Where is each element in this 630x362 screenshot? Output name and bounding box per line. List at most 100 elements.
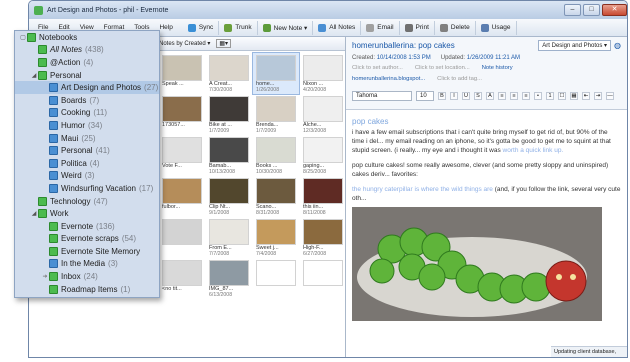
- italic-button[interactable]: I: [450, 92, 458, 100]
- thumbnail-image: [162, 260, 202, 286]
- expand-toggle-icon[interactable]: ◢: [30, 72, 38, 79]
- underline-button[interactable]: U: [462, 92, 470, 100]
- delete-button[interactable]: Delete: [435, 20, 476, 35]
- bullet-list-button[interactable]: •: [534, 92, 542, 100]
- note-body[interactable]: pop cakes i have a few email subscriptio…: [346, 110, 627, 325]
- globe-icon[interactable]: ◍: [614, 41, 621, 50]
- note-thumbnail[interactable]: this iin... 8/11/2008: [300, 176, 346, 217]
- thumbnail-caption: Speak ...: [162, 81, 184, 87]
- note-title[interactable]: homerunballerina: pop cakes: [352, 41, 455, 50]
- bold-button[interactable]: B: [438, 92, 446, 100]
- outdent-button[interactable]: ⇤: [582, 92, 590, 100]
- note-thumbnail[interactable]: [300, 258, 346, 299]
- note-thumbnail[interactable]: A Creat... 7/30/2008: [206, 53, 252, 94]
- note-history-link[interactable]: Note history: [482, 65, 513, 71]
- note-thumbnail[interactable]: gaping... 8/25/2008: [300, 135, 346, 176]
- sidebar-item-label: Weird: [61, 171, 82, 181]
- note-thumbnail[interactable]: Nixon ... 4/20/2008: [300, 53, 346, 94]
- note-thumbnail[interactable]: Scano... 8/31/2008: [253, 176, 299, 217]
- note-thumbnail[interactable]: home... 1/26/2008: [252, 52, 300, 95]
- table-button[interactable]: ▦: [570, 92, 578, 100]
- note-thumbnail[interactable]: fulbor...: [159, 176, 205, 217]
- rule-button[interactable]: ―: [606, 92, 614, 100]
- font-size-select[interactable]: 10: [416, 91, 434, 101]
- expand-toggle-icon[interactable]: ▢: [19, 34, 27, 41]
- minimize-button[interactable]: –: [564, 4, 581, 16]
- sidebar-item-all-notes[interactable]: All Notes (438): [15, 44, 159, 57]
- sort-dropdown[interactable]: Notes by Created ▾: [159, 40, 210, 47]
- sidebar-item-action[interactable]: @Action (4): [15, 56, 159, 69]
- sidebar-item-evernote-site-memory[interactable]: Evernote Site Memory: [15, 245, 159, 258]
- note-thumbnail[interactable]: <no tit...: [159, 258, 205, 299]
- notebook-select[interactable]: Art Design and Photos ▾: [538, 40, 612, 51]
- author-field[interactable]: Click to set author...: [352, 65, 403, 71]
- thumbnail-image: [162, 96, 202, 122]
- email-button[interactable]: Email: [361, 20, 400, 35]
- caterpillar-link[interactable]: the hungry caterpillar is where the wild…: [352, 186, 493, 193]
- sidebar-item-roadmap-items[interactable]: Roadmap Items (1): [15, 283, 159, 296]
- note-thumbnail[interactable]: High-F... 6/27/2008: [300, 217, 346, 258]
- thumbnail-date: 10/30/2008: [256, 169, 282, 175]
- sidebar-item-notebooks[interactable]: ▢ Notebooks: [15, 31, 159, 44]
- new-note-button[interactable]: New Note ▾: [258, 20, 314, 35]
- sidebar-item-work[interactable]: ◢ Work: [15, 207, 159, 220]
- sidebar-item-personal[interactable]: Personal (41): [15, 144, 159, 157]
- new-note-icon: [262, 23, 271, 32]
- source-url-link[interactable]: homerunballerina.blogspot...: [352, 76, 425, 82]
- expand-toggle-icon[interactable]: ◢: [30, 210, 38, 217]
- sidebar-item-evernote[interactable]: Evernote (136): [15, 220, 159, 233]
- sidebar-item-maui[interactable]: Maui (25): [15, 132, 159, 145]
- note-thumbnail[interactable]: Speak ...: [159, 53, 205, 94]
- sidebar-item-weird[interactable]: Weird (3): [15, 170, 159, 183]
- note-thumbnail[interactable]: Sweet j... 7/4/2008: [253, 217, 299, 258]
- sidebar-item-cooking[interactable]: Cooking (11): [15, 107, 159, 120]
- sidebar-item-technology[interactable]: Technology (47): [15, 195, 159, 208]
- note-thumbnail[interactable]: Clip Nt... 9/1/2008: [206, 176, 252, 217]
- thumbnail-caption: <no tit...: [162, 286, 182, 292]
- usage-button[interactable]: Usage: [476, 20, 517, 35]
- location-field[interactable]: Click to set location...: [415, 65, 470, 71]
- tags-field[interactable]: Click to add tag...: [437, 76, 482, 82]
- maximize-button[interactable]: □: [583, 4, 600, 16]
- menu-help[interactable]: Help: [159, 24, 172, 31]
- sidebar-item-evernote-scraps[interactable]: Evernote scraps (54): [15, 233, 159, 246]
- note-thumbnail[interactable]: Bike at ... 1/7/2009: [206, 94, 252, 135]
- all-notes-button[interactable]: All Notes: [313, 20, 362, 35]
- usage-icon: [480, 23, 489, 32]
- note-thumbnail[interactable]: [159, 217, 205, 258]
- worth-link[interactable]: worth a quick link up.: [503, 147, 564, 154]
- note-thumbnail[interactable]: Bamab... 10/13/2008: [206, 135, 252, 176]
- print-button[interactable]: Print: [400, 20, 435, 35]
- sidebar-item-politica[interactable]: Politica (4): [15, 157, 159, 170]
- note-thumbnail[interactable]: Brenda... 1/7/2009: [253, 94, 299, 135]
- note-thumbnail[interactable]: Alche... 12/3/2008: [300, 94, 346, 135]
- trunk-button[interactable]: Trunk: [219, 20, 258, 35]
- sync-button[interactable]: Sync: [183, 20, 220, 35]
- close-button[interactable]: ✕: [602, 4, 627, 16]
- highlight-button[interactable]: A: [486, 92, 494, 100]
- note-thumbnail[interactable]: [253, 258, 299, 299]
- sidebar-item-boards[interactable]: Boards (7): [15, 94, 159, 107]
- sidebar-item-windsurfing-vacation[interactable]: Windsurfing Vacation (17): [15, 182, 159, 195]
- numbered-list-button[interactable]: 1: [546, 92, 554, 100]
- note-thumbnail[interactable]: Vote F...: [159, 135, 205, 176]
- note-count: (27): [144, 83, 159, 93]
- sidebar-item-personal[interactable]: ◢ Personal: [15, 69, 159, 82]
- view-mode-button[interactable]: ▦▾: [216, 39, 232, 48]
- sidebar-item-in-the-media[interactable]: In the Media (3): [15, 258, 159, 271]
- note-thumbnail[interactable]: Books ... 10/30/2008: [253, 135, 299, 176]
- note-thumbnail[interactable]: IMG_87... 6/13/2008: [206, 258, 252, 299]
- note-thumbnail[interactable]: 173057...: [159, 94, 205, 135]
- sidebar-item-art-design-and-photos[interactable]: Art Design and Photos (27): [15, 81, 159, 94]
- align-left-button[interactable]: ≡: [498, 92, 506, 100]
- font-select[interactable]: Tahoma: [352, 91, 412, 101]
- indent-button[interactable]: ⇥: [594, 92, 602, 100]
- sidebar-item-humor[interactable]: Humor (34): [15, 119, 159, 132]
- align-right-button[interactable]: ≡: [522, 92, 530, 100]
- checkbox-button[interactable]: ☐: [558, 92, 566, 100]
- strikethrough-button[interactable]: S: [474, 92, 482, 100]
- align-center-button[interactable]: ≡: [510, 92, 518, 100]
- note-thumbnail[interactable]: From E... 7/7/2008: [206, 217, 252, 258]
- note-count: (54): [121, 234, 137, 244]
- sidebar-item-inbox[interactable]: ➜ Inbox (24): [15, 270, 159, 283]
